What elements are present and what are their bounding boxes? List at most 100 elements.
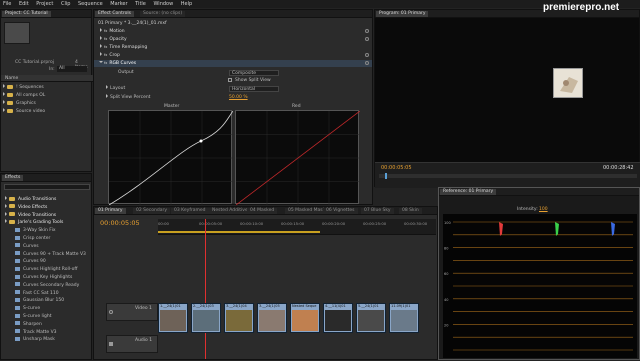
fx-icon[interactable]: fx	[104, 60, 107, 67]
timeline-ruler[interactable]: 00:00 00:00:05:00 00:00:10:00 00:00:15:00 00…	[158, 219, 436, 235]
master-curve-graph[interactable]	[108, 110, 234, 206]
bin-source-video[interactable]: Source video	[1, 108, 91, 115]
tab-effects[interactable]: Effects	[2, 175, 24, 181]
effects-list-item[interactable]: Audio Transitions	[1, 196, 93, 203]
intensity-value[interactable]: 100	[539, 207, 548, 212]
menu-window[interactable]: Window	[153, 1, 173, 7]
fx-icon[interactable]: fx	[104, 44, 107, 51]
timeline-clip[interactable]: 3.__24(1)05	[257, 303, 287, 333]
expand-icon[interactable]	[3, 92, 5, 96]
project-name-header[interactable]: Name	[1, 75, 93, 82]
timeline-tab[interactable]: 07 Blue Sky	[361, 208, 394, 214]
timeline-clip[interactable]: 5.__24(1)01	[356, 303, 386, 333]
project-in-select[interactable]: All	[57, 66, 87, 72]
eye-icon[interactable]	[109, 310, 113, 314]
effects-list-item[interactable]: S-curve	[1, 305, 93, 312]
timeline-tab[interactable]: 01 Primary	[95, 208, 126, 214]
menu-file[interactable]: File	[3, 1, 11, 7]
expand-icon[interactable]	[100, 44, 102, 48]
reset-icon[interactable]	[365, 29, 369, 33]
timeline-clip[interactable]: 3.__24(1)04	[224, 303, 254, 333]
expand-icon[interactable]	[5, 203, 7, 208]
reset-icon[interactable]	[365, 61, 369, 65]
effects-list-item[interactable]: Video Effects	[1, 203, 93, 211]
tab-reference[interactable]: Reference: 01 Primary	[440, 189, 497, 195]
video-track-header[interactable]: Video 1	[106, 303, 158, 321]
expand-icon[interactable]	[5, 196, 7, 200]
effects-list-item[interactable]: Video Transitions	[1, 211, 93, 219]
effects-list-item[interactable]: Fast CC Sat 110	[1, 290, 93, 297]
effects-list-item[interactable]: Sharpen	[1, 321, 93, 328]
effects-list-item[interactable]: Curves Key Highlights	[1, 274, 93, 281]
menu-edit[interactable]: Edit	[19, 1, 29, 7]
tab-effect-controls[interactable]: Effect Controls	[95, 11, 134, 17]
ec-motion-row[interactable]: fx Motion	[94, 28, 372, 35]
timeline-tab[interactable]: 03 Keyframed	[171, 208, 209, 214]
red-curve-graph[interactable]	[235, 110, 361, 206]
effects-list-item[interactable]: Curves	[1, 243, 93, 250]
timeline-tab[interactable]: 08 Skin	[399, 208, 422, 214]
ec-rgb-curves-row[interactable]: fx RGB Curves	[94, 60, 372, 67]
timeline-clip[interactable]: 4.__11(4)01	[323, 303, 353, 333]
timeline-clip[interactable]: Nested Seque	[290, 303, 320, 333]
fx-icon[interactable]: fx	[104, 52, 107, 59]
timeline-tab[interactable]: 02 Secondary	[133, 208, 170, 214]
ec-time-remap-row[interactable]: fx Time Remapping	[94, 44, 372, 51]
playhead-line[interactable]	[205, 219, 206, 359]
audio-track-header[interactable]: Audio 1	[106, 335, 158, 353]
bin-graphics[interactable]: Graphics	[1, 100, 91, 107]
menu-title[interactable]: Title	[135, 1, 146, 7]
tab-project[interactable]: Project: CC Tutorial	[2, 11, 51, 17]
effects-list-item[interactable]: Crisp center	[1, 235, 93, 242]
menu-marker[interactable]: Marker	[110, 1, 127, 7]
effects-list-item[interactable]: Unsharp Mask	[1, 336, 93, 343]
expand-icon[interactable]	[5, 219, 7, 224]
timeline-clip[interactable]: 1.__24(1)01	[158, 303, 188, 333]
timeline-tab[interactable]: 05 Masked Mask	[285, 208, 329, 214]
effects-list-item[interactable]: Curves Secondary Ready	[1, 282, 93, 289]
speaker-icon[interactable]	[109, 342, 113, 346]
ec-crop-row[interactable]: fx Crop	[94, 52, 372, 59]
program-playhead[interactable]	[385, 173, 387, 179]
effects-list-item[interactable]: Curves 90 + Track Matte V3	[1, 251, 93, 258]
timeline-tab[interactable]: 04 Masked	[247, 208, 278, 214]
tab-source[interactable]: Source: (no clips)	[140, 11, 186, 17]
effects-list-item[interactable]: Curves 90	[1, 258, 93, 265]
layout-select[interactable]: Horizontal	[229, 86, 279, 92]
effects-list-item[interactable]: Track Matte V3	[1, 329, 93, 336]
expand-icon[interactable]	[106, 85, 108, 89]
expand-icon[interactable]	[100, 28, 102, 32]
effects-list-item[interactable]: S-curve light	[1, 313, 93, 320]
expand-icon[interactable]	[3, 100, 5, 104]
menu-help[interactable]: Help	[181, 1, 192, 7]
expand-icon[interactable]	[99, 61, 103, 63]
menu-sequence[interactable]: Sequence	[78, 1, 103, 7]
work-area-bar[interactable]	[158, 231, 320, 233]
timeline-timecode[interactable]: 00:00:05:05	[100, 219, 140, 227]
expand-icon[interactable]	[100, 36, 102, 40]
timeline-clip[interactable]: 2.__24(1)03	[191, 303, 221, 333]
expand-icon[interactable]	[3, 108, 5, 112]
menu-project[interactable]: Project	[36, 1, 53, 7]
fx-icon[interactable]: fx	[104, 36, 107, 43]
bin-all-comps[interactable]: All comps OL	[1, 92, 91, 99]
timeline-tab[interactable]: 06 Vignettes	[323, 208, 358, 214]
menu-clip[interactable]: Clip	[61, 1, 70, 7]
ec-opacity-row[interactable]: fx Opacity	[94, 36, 372, 43]
program-scrubber[interactable]	[379, 173, 637, 179]
effects-list-item[interactable]: Curves Highlight Roll-off	[1, 266, 93, 273]
timeline-tab[interactable]: Nested Additive	[209, 208, 251, 214]
reset-icon[interactable]	[365, 37, 369, 41]
expand-icon[interactable]	[3, 84, 5, 88]
effects-list-item[interactable]: Jarle's Grading Tools	[1, 219, 93, 226]
timeline-clip[interactable]: 11.09(1)01	[389, 303, 419, 333]
split-percent-value[interactable]: 50.00 %	[229, 95, 248, 100]
reset-icon[interactable]	[365, 53, 369, 57]
split-checkbox[interactable]	[228, 77, 232, 82]
fx-icon[interactable]: fx	[104, 28, 107, 35]
bin-sequences[interactable]: ! Sequences	[1, 84, 91, 91]
expand-icon[interactable]	[106, 94, 108, 98]
program-timecode-left[interactable]: 00:00:05:05	[381, 165, 412, 171]
effects-list-item[interactable]: Gaussian Blur 150	[1, 297, 93, 304]
effects-search-input[interactable]	[4, 184, 90, 190]
